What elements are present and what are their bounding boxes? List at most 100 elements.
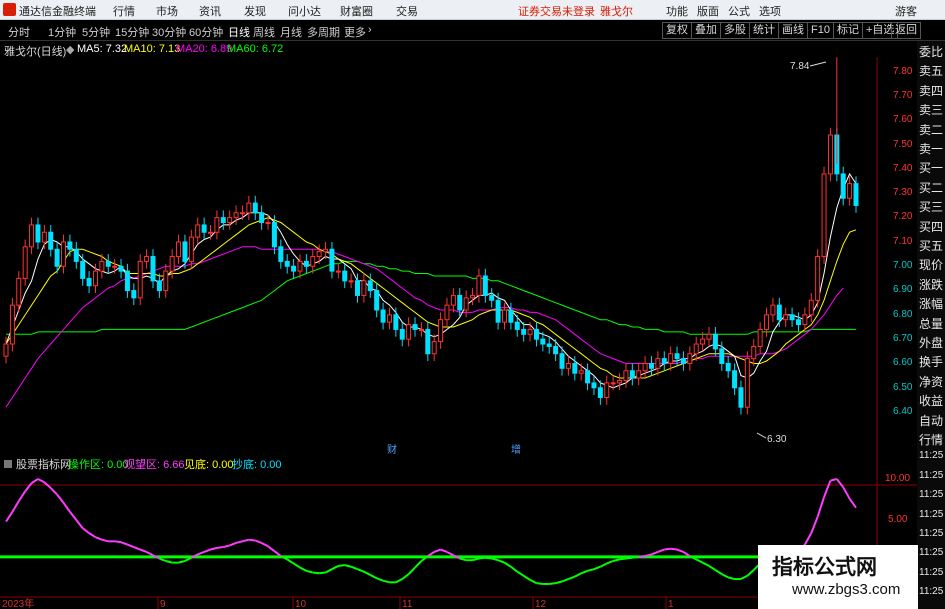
candle[interactable] <box>29 217 35 255</box>
candle[interactable] <box>578 363 584 381</box>
side-panel-item[interactable]: 外盘 <box>919 334 943 351</box>
candle[interactable] <box>668 346 674 371</box>
candle[interactable] <box>61 234 67 274</box>
candle[interactable] <box>546 336 552 354</box>
candle[interactable] <box>380 302 386 330</box>
candle[interactable] <box>808 292 814 323</box>
candle[interactable] <box>182 234 188 269</box>
candle[interactable] <box>252 195 258 221</box>
candle[interactable] <box>553 339 559 362</box>
menu-item-formula[interactable]: 公式 <box>728 3 750 19</box>
candle[interactable] <box>508 302 514 330</box>
candle[interactable] <box>463 290 469 318</box>
side-panel-item[interactable]: 买四 <box>919 218 943 235</box>
candle[interactable] <box>610 375 616 391</box>
candle[interactable] <box>386 307 392 330</box>
period-monthly[interactable]: 月线 <box>280 24 302 40</box>
candle[interactable] <box>105 254 111 274</box>
candle[interactable] <box>35 217 41 250</box>
candle[interactable] <box>444 297 450 328</box>
multi-stock-button[interactable]: 多股 <box>720 22 750 39</box>
side-panel-item[interactable]: 卖一 <box>919 140 943 157</box>
period-60min[interactable]: 60分钟 <box>189 24 223 40</box>
candle[interactable] <box>450 288 456 313</box>
period-15min[interactable]: 15分钟 <box>115 24 149 40</box>
period-1min[interactable]: 1分钟 <box>48 24 76 40</box>
candle[interactable] <box>770 297 776 323</box>
candle[interactable] <box>195 217 201 245</box>
candle[interactable] <box>131 283 137 306</box>
candle[interactable] <box>297 254 303 279</box>
candle[interactable] <box>124 263 130 298</box>
candle[interactable] <box>278 239 284 269</box>
candle[interactable] <box>470 288 476 306</box>
candle[interactable] <box>22 239 28 286</box>
candle[interactable] <box>227 210 233 230</box>
candle[interactable] <box>9 297 15 352</box>
side-panel-item[interactable]: 现价 <box>919 256 943 273</box>
candle[interactable] <box>585 363 591 391</box>
side-panel-item[interactable]: 卖三 <box>919 101 943 118</box>
candle[interactable] <box>706 327 712 347</box>
candle[interactable] <box>303 254 309 274</box>
candle[interactable] <box>310 249 316 274</box>
side-panel-item[interactable]: 行情 <box>919 431 943 448</box>
candle[interactable] <box>438 312 444 349</box>
guest-label[interactable]: 游客 <box>895 3 917 19</box>
candle[interactable] <box>118 258 124 279</box>
candle[interactable] <box>41 224 47 250</box>
draw-line-button[interactable]: 画线 <box>778 22 808 39</box>
candle[interactable] <box>482 268 488 303</box>
candle[interactable] <box>259 205 265 230</box>
candle[interactable] <box>783 307 789 328</box>
candle[interactable] <box>48 224 54 257</box>
side-panel-item[interactable]: 卖五 <box>919 62 943 79</box>
candle[interactable] <box>188 229 194 269</box>
candle[interactable] <box>284 254 290 274</box>
candle[interactable] <box>604 375 610 405</box>
menu-item-quotes[interactable]: 行情 <box>113 3 135 19</box>
menu-item-options[interactable]: 选项 <box>759 3 781 19</box>
login-notice[interactable]: 证券交易未登录 <box>518 3 595 19</box>
kline-chart[interactable]: 股票指标网 操作区: 0.00 观望区: 6.66 见底: 0.00 抄底: 0… <box>0 41 917 609</box>
event-marker-increase[interactable]: 增 <box>511 443 521 456</box>
candle[interactable] <box>629 363 635 386</box>
period-timeshare[interactable]: 分时 <box>8 24 30 40</box>
candle[interactable] <box>693 336 699 362</box>
side-panel-item[interactable]: 卖四 <box>919 82 943 99</box>
side-panel-item[interactable]: 收益 <box>919 392 943 409</box>
candle[interactable] <box>425 322 431 362</box>
candle[interactable] <box>144 249 150 269</box>
candle[interactable] <box>617 373 623 391</box>
candle[interactable] <box>201 217 207 240</box>
side-panel-item[interactable]: 总量 <box>919 315 943 332</box>
mark-button[interactable]: 标记 <box>833 22 863 39</box>
candle[interactable] <box>591 375 597 396</box>
candle[interactable] <box>156 273 162 298</box>
side-panel-item[interactable]: 买三 <box>919 198 943 215</box>
candle[interactable] <box>687 346 693 371</box>
candle[interactable] <box>176 234 182 264</box>
candle[interactable] <box>597 380 603 405</box>
candle[interactable] <box>73 241 79 269</box>
candle[interactable] <box>533 322 539 347</box>
candle[interactable] <box>457 288 463 318</box>
candle[interactable] <box>712 327 718 357</box>
candle[interactable] <box>323 241 329 259</box>
menu-item-news[interactable]: 资讯 <box>199 3 221 19</box>
candle[interactable] <box>150 249 156 289</box>
candle[interactable] <box>329 241 335 279</box>
candle[interactable] <box>795 312 801 332</box>
candle[interactable] <box>489 288 495 308</box>
candle[interactable] <box>776 297 782 328</box>
side-panel-item[interactable]: 买一 <box>919 159 943 176</box>
candle[interactable] <box>840 166 846 206</box>
candle[interactable] <box>623 363 629 388</box>
adjust-button[interactable]: 复权 <box>662 22 692 39</box>
candle[interactable] <box>789 307 795 328</box>
period-daily[interactable]: 日线 <box>228 24 250 40</box>
menu-item-functions[interactable]: 功能 <box>666 3 688 19</box>
candle[interactable] <box>757 322 763 354</box>
side-panel-item[interactable]: 涨跌 <box>919 276 943 293</box>
candle[interactable] <box>815 249 821 308</box>
